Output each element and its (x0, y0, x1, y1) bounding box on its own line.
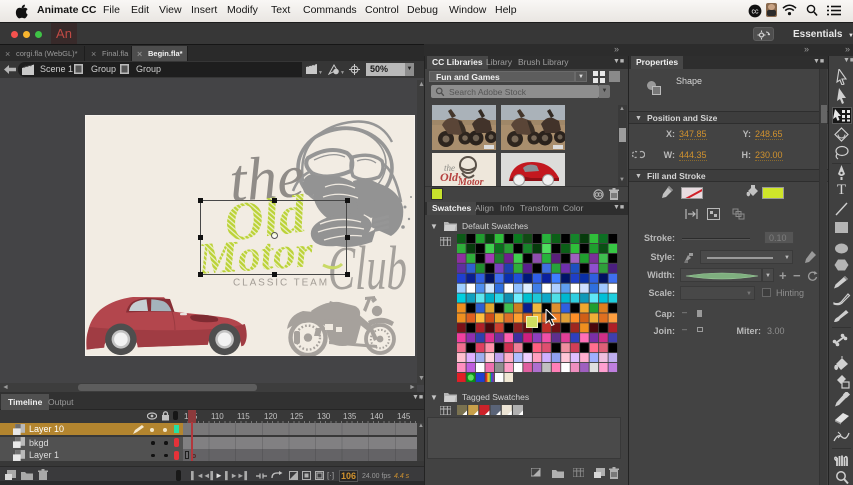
svg-text:Motor: Motor (457, 177, 484, 186)
svg-text:CLASSIC TEAM: CLASSIC TEAM (233, 278, 329, 289)
svg-text:cc: cc (752, 9, 760, 16)
